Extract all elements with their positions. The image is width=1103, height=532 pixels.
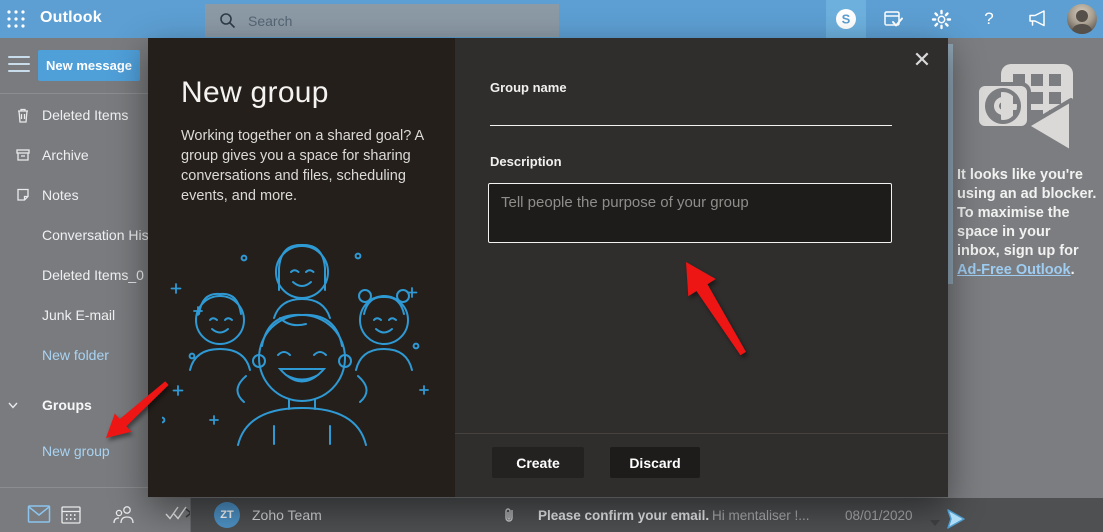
sender-avatar: ZT — [214, 502, 240, 528]
whats-new-button[interactable] — [1017, 0, 1057, 38]
group-name-input[interactable] — [490, 100, 892, 126]
discard-button[interactable]: Discard — [610, 447, 700, 478]
gear-icon — [931, 9, 951, 29]
annotation-arrow-description — [686, 262, 746, 356]
hamburger-menu-icon[interactable] — [8, 56, 30, 72]
footer-divider — [455, 433, 948, 434]
reading-pane-scrollbar[interactable] — [948, 44, 953, 284]
help-button[interactable]: ? — [969, 0, 1009, 38]
svg-text:S: S — [842, 12, 851, 27]
email-sender: Zoho Team — [252, 507, 322, 523]
chevron-down-icon — [8, 402, 18, 409]
search-input[interactable] — [248, 12, 528, 29]
calendar-module-icon[interactable] — [60, 504, 82, 525]
close-icon: ✕ — [912, 47, 932, 72]
new-message-button[interactable]: New message — [38, 50, 140, 81]
avatar-photo — [1071, 10, 1093, 34]
pane-divider — [190, 498, 191, 532]
chevron-down-small-icon — [930, 520, 940, 526]
new-group-dialog: New group Working together on a shared g… — [148, 38, 948, 497]
trash-icon — [18, 108, 28, 123]
search-bar[interactable] — [205, 4, 559, 37]
close-button[interactable]: ✕ — [908, 46, 936, 74]
skype-icon: S — [836, 9, 856, 29]
email-subject: Please confirm your email. — [538, 507, 710, 523]
skype-button[interactable]: S — [826, 0, 866, 38]
email-date: 08/01/2020 — [845, 507, 913, 523]
group-description-textarea[interactable] — [488, 183, 892, 243]
dialog-title: New group — [181, 76, 329, 109]
ad-blocker-message: It looks like you're using an ad blocker… — [957, 167, 1097, 278]
dialog-description: Working together on a shared goal? A gro… — [181, 128, 424, 204]
account-avatar[interactable] — [1067, 4, 1097, 34]
note-icon — [17, 188, 29, 201]
megaphone-icon — [1029, 10, 1045, 27]
app-title: Outlook — [40, 9, 102, 26]
email-preview: Hi mentaliser !... — [712, 507, 810, 523]
question-mark-icon: ? — [984, 9, 994, 28]
search-icon — [220, 13, 236, 29]
people-module-icon[interactable] — [112, 504, 136, 525]
description-label: Description — [490, 154, 562, 169]
module-switcher — [0, 498, 193, 532]
top-app-bar: Outlook S ? — [0, 0, 1103, 38]
annotation-arrow-new-group — [106, 381, 169, 438]
mouse-cursor-icon — [947, 509, 965, 529]
ad-free-outlook-icon — [975, 64, 1073, 154]
attachment-icon — [505, 508, 513, 522]
create-button[interactable]: Create — [492, 447, 584, 478]
calendar-check-icon — [884, 11, 903, 27]
ad-blocker-panel: It looks like you're using an ad blocker… — [948, 38, 1103, 498]
archive-icon — [16, 149, 30, 161]
ad-free-outlook-link[interactable]: Ad-Free Outlook — [957, 262, 1071, 278]
settings-button[interactable] — [921, 0, 961, 38]
app-launcher-icon[interactable] — [6, 9, 26, 29]
mail-module-icon[interactable] — [27, 504, 51, 524]
my-day-button[interactable] — [874, 0, 914, 38]
group-name-label: Group name — [490, 80, 567, 95]
